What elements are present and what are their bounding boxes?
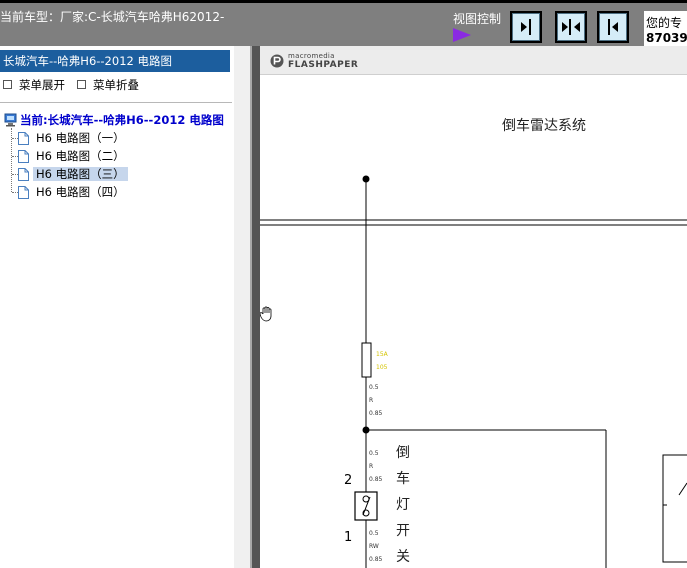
menu-collapse-button[interactable]: 菜单折叠 [77, 77, 139, 93]
expand-right-panel-button[interactable] [597, 11, 629, 43]
arrow-left-bar-icon [608, 19, 618, 35]
viewer-left-border [252, 46, 260, 568]
tree-item-label: H6 电路图（四） [36, 185, 125, 199]
document-icon [18, 167, 29, 181]
switch-name-char: 开 [396, 523, 410, 539]
document-icon [18, 149, 29, 163]
fuse-label: 105 [376, 364, 388, 371]
pin-number: 2 [344, 473, 352, 488]
viewer-toolbar: macromedia FLASHPAPER [260, 46, 687, 75]
tree-root-node[interactable]: 当前:长城汽车--哈弗H6--2012 电路图 [4, 112, 224, 128]
hand-cursor-icon [260, 306, 272, 322]
arrows-inward-icon [562, 19, 580, 35]
fuse-label: 15A [376, 351, 389, 358]
user-info-box: 您的专 870392 [644, 11, 687, 46]
diagram-tree-panel: 长城汽车--哈弗H6--2012 电路图 菜单展开 菜单折叠 当前:长城汽车--… [0, 46, 234, 568]
wire-spec-label: 0.5 [369, 384, 379, 391]
menu-collapse-label: 菜单折叠 [93, 78, 139, 92]
tree-root-label: 当前:长城汽车--哈弗H6--2012 电路图 [20, 113, 224, 127]
wiring-diagram: 倒车雷达系统 15A 105 0.5 R 0.85 0.5 R 0.85 2 1… [260, 117, 687, 568]
collapse-left-panel-button[interactable] [510, 11, 542, 43]
pin-number: 1 [344, 530, 352, 545]
tree-item-diagram-1[interactable]: H6 电路图（一） [18, 130, 128, 146]
expand-box-icon [3, 80, 12, 89]
wire-spec-label: R [369, 463, 373, 470]
wire-spec-label: RW [369, 543, 379, 550]
tree-item-diagram-2[interactable]: H6 电路图（二） [18, 148, 128, 164]
menu-expand-label: 菜单展开 [19, 78, 65, 92]
wire-spec-label: 0.85 [369, 476, 383, 483]
view-control-label: 视图控制 [453, 12, 502, 26]
computer-icon [4, 113, 17, 127]
tree-item-label: H6 电路图（三） [33, 167, 128, 181]
arrow-right-bar-icon [521, 19, 531, 35]
switch-name-char: 车 [396, 470, 410, 487]
wire-spec-label: 0.85 [369, 410, 383, 417]
user-info-line1: 您的专 [646, 16, 683, 30]
wire-spec-label: R [369, 397, 373, 404]
switch-name-char: 倒 [396, 445, 410, 461]
collapse-box-icon [77, 80, 86, 89]
switch-name-char: 灯 [396, 497, 410, 513]
fuse-symbol [361, 342, 372, 378]
diagram-title: 倒车雷达系统 [502, 117, 586, 134]
document-icon [18, 185, 29, 199]
logo-small-text: macromedia [288, 52, 335, 60]
tree-item-diagram-3[interactable]: H6 电路图（三） [18, 166, 128, 182]
current-car-type-label: 当前车型：厂家:C-长城汽车哈弗H62012- [0, 10, 225, 24]
logo-big-text: FLASHPAPER [288, 60, 359, 70]
component-box [662, 454, 687, 563]
header-top-strip [0, 0, 687, 3]
tree-item-label: H6 电路图（二） [36, 149, 125, 163]
menu-expand-button[interactable]: 菜单展开 [3, 77, 65, 93]
wire-spec-label: 0.85 [369, 556, 383, 563]
component-symbol [678, 482, 687, 496]
document-icon [18, 131, 29, 145]
tree-item-label: H6 电路图（一） [36, 131, 125, 145]
top-header-bar: 当前车型：厂家:C-长城汽车哈弗H62012- 视图控制 您的专 87039 [0, 0, 687, 46]
wire-spec-label: 0.5 [369, 450, 379, 457]
user-info-line2: 870392 [646, 31, 687, 45]
flashpaper-viewer[interactable]: macromedia FLASHPAPER 倒车雷达系统 15A 105 0.5… [252, 46, 687, 568]
wire-spec-label: 0.5 [369, 530, 379, 537]
switch-name-char: 关 [396, 549, 410, 565]
panel-title: 长城汽车--哈弗H6--2012 电路图 [0, 50, 230, 72]
panel-scrollbar[interactable] [234, 46, 250, 568]
tree-item-diagram-4[interactable]: H6 电路图（四） [18, 184, 128, 200]
split-view-button[interactable] [555, 11, 587, 43]
panel-divider [0, 102, 232, 103]
flashpaper-logo-icon [270, 54, 284, 68]
view-control-arrow-icon[interactable] [453, 28, 471, 42]
